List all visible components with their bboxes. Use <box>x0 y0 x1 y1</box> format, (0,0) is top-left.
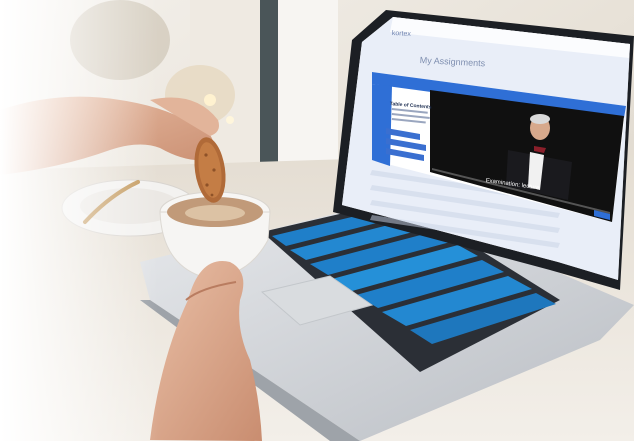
laptop-photo: kortex My Assignments Table of Contents … <box>0 0 634 441</box>
scene-illustration <box>0 0 634 441</box>
screen-brand-logo: kortex <box>391 30 412 38</box>
